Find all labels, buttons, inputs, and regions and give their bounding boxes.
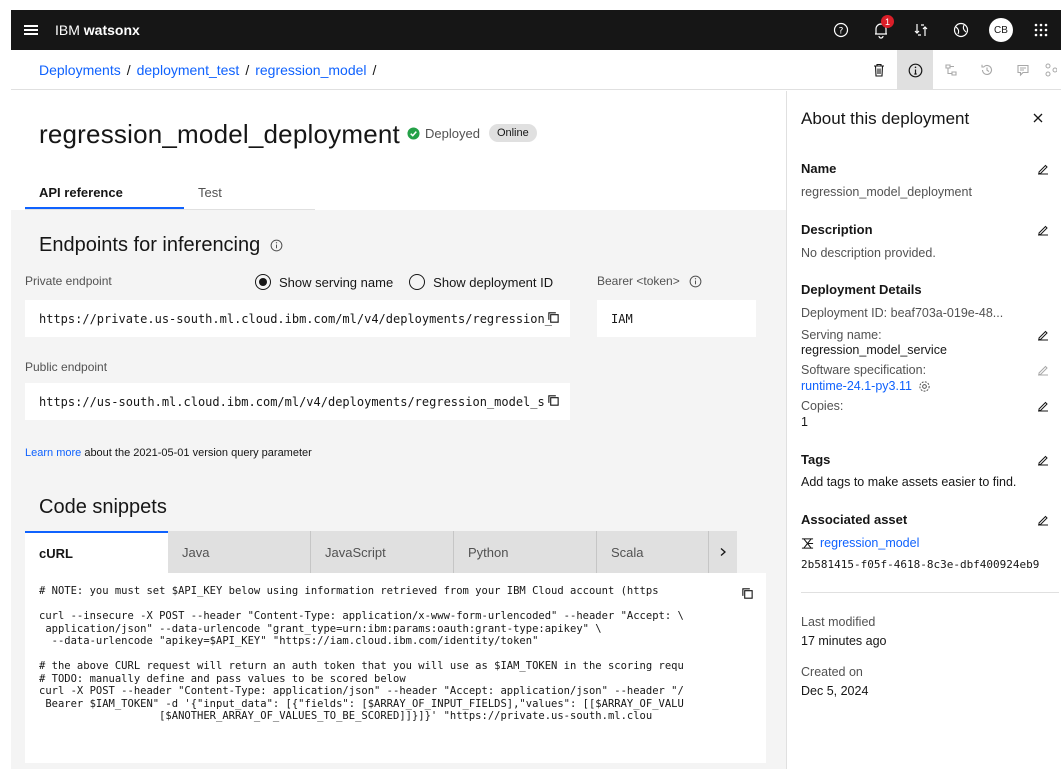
endpoints-heading: Endpoints for inferencing	[39, 234, 283, 257]
product-brand[interactable]: IBM watsonx	[55, 22, 140, 38]
breadcrumb-deployments[interactable]: Deployments	[39, 62, 121, 78]
close-icon[interactable]	[1033, 113, 1043, 123]
associated-asset-label: Associated asset	[801, 512, 908, 527]
tab-api-reference[interactable]: API reference	[25, 181, 184, 209]
software-spec-row: runtime-24.1-py3.11	[801, 379, 931, 393]
tags-value: Add tags to make assets easier to find.	[801, 475, 1017, 489]
description-label: Description	[801, 222, 873, 237]
status-text: Deployed	[425, 125, 480, 141]
help-icon[interactable]: ?	[821, 10, 861, 50]
notification-badge: 1	[881, 15, 894, 28]
deployment-status: Deployed Online	[407, 124, 537, 142]
breadcrumb: Deployments / deployment_test / regressi…	[39, 61, 377, 78]
deployment-details-label: Deployment Details	[801, 282, 922, 297]
tab-test[interactable]: Test	[184, 181, 236, 209]
page-tabs: API reference Test	[25, 181, 315, 210]
description-value: No description provided.	[801, 246, 936, 260]
user-avatar[interactable]: CB	[981, 10, 1021, 50]
divider	[801, 592, 1059, 593]
private-endpoint-label: Private endpoint	[25, 274, 112, 288]
information-icon[interactable]	[897, 50, 933, 90]
edit-icon[interactable]	[1037, 400, 1049, 412]
associated-asset-id: 2b581415-f05f-4618-8c3e-dbf400924eb9	[801, 558, 1040, 571]
info-icon[interactable]	[270, 239, 283, 252]
history-icon[interactable]	[969, 50, 1005, 90]
deployment-id: Deployment ID: beaf703a-019e-48...	[801, 306, 1004, 320]
status-badge: Online	[488, 124, 537, 142]
software-spec-label: Software specification:	[801, 363, 927, 377]
code-snippet-text: # NOTE: you must set $API_KEY below usin…	[39, 585, 684, 722]
show-deployment-id-radio[interactable]: Show deployment ID	[409, 274, 553, 290]
created-on-label: Created on	[801, 665, 863, 679]
copies-label: Copies:	[801, 399, 844, 413]
associated-asset-link[interactable]: regression_model	[820, 536, 919, 550]
tab-python[interactable]: Python	[454, 531, 597, 573]
avatar: CB	[989, 18, 1013, 42]
lineage-icon[interactable]	[933, 50, 969, 90]
bearer-token-field[interactable]: IAM	[597, 300, 756, 337]
checkmark-filled-icon	[407, 126, 420, 140]
model-icon[interactable]	[1041, 50, 1061, 90]
radio-selected[interactable]	[255, 274, 271, 290]
private-endpoint-field[interactable]: https://private.us-south.ml.cloud.ibm.co…	[25, 300, 570, 337]
name-value: regression_model_deployment	[801, 185, 972, 199]
tab-scala[interactable]: Scala	[597, 531, 709, 573]
switch-account-icon[interactable]	[901, 10, 941, 50]
edit-icon[interactable]	[1037, 163, 1049, 175]
notifications-icon[interactable]: 1	[861, 10, 901, 50]
settings-icon[interactable]	[918, 380, 931, 393]
page-title: regression_model_deployment	[39, 119, 400, 149]
show-serving-name-radio[interactable]: Show serving name	[255, 274, 393, 290]
software-spec-link[interactable]: runtime-24.1-py3.11	[801, 379, 912, 393]
edit-icon-disabled	[1037, 364, 1049, 376]
code-snippet-block[interactable]: # NOTE: you must set $API_KEY below usin…	[25, 573, 766, 763]
region-globe-icon[interactable]	[941, 10, 981, 50]
serving-name-label: Serving name:	[801, 328, 882, 342]
public-endpoint-label: Public endpoint	[25, 360, 108, 374]
edit-icon[interactable]	[1037, 514, 1049, 526]
tab-javascript[interactable]: JavaScript	[311, 531, 454, 573]
last-modified-label: Last modified	[801, 615, 876, 629]
edit-icon[interactable]	[1037, 454, 1049, 466]
radio-unselected[interactable]	[409, 274, 426, 290]
tab-java[interactable]: Java	[168, 531, 311, 573]
breadcrumb-regression-model[interactable]: regression_model	[255, 62, 366, 78]
code-snippets-heading: Code snippets	[39, 496, 167, 518]
copies-value: 1	[801, 415, 808, 429]
version-note: Learn more about the 2021-05-01 version …	[25, 447, 312, 459]
main-content: regression_model_deployment Deployed Onl…	[11, 91, 786, 769]
info-icon[interactable]	[689, 275, 702, 288]
chevron-right-icon[interactable]	[709, 531, 737, 573]
last-modified-value: 17 minutes ago	[801, 634, 887, 648]
app-switcher-icon[interactable]	[1021, 10, 1061, 50]
created-on-value: Dec 5, 2024	[801, 684, 869, 698]
public-endpoint-field[interactable]: https://us-south.ml.cloud.ibm.com/ml/v4/…	[25, 383, 570, 420]
panel-title: About this deployment	[801, 109, 970, 128]
bearer-token-label: Bearer <token>	[597, 274, 702, 288]
copy-icon[interactable]	[547, 394, 560, 407]
delete-icon[interactable]	[861, 50, 897, 90]
endpoint-display-options: Show serving name Show deployment ID	[255, 274, 569, 290]
name-label: Name	[801, 161, 837, 176]
comments-icon[interactable]	[1005, 50, 1041, 90]
associated-asset-row: regression_model	[801, 536, 919, 550]
serving-name-value: regression_model_service	[801, 343, 947, 357]
copy-icon[interactable]	[547, 311, 560, 324]
copy-icon[interactable]	[741, 587, 754, 600]
model-asset-icon	[801, 537, 814, 550]
deployment-details-panel: About this deployment Name regression_mo…	[786, 91, 1061, 769]
top-navigation-bar: IBM watsonx ? 1 CB	[11, 10, 1061, 50]
code-language-tabs: cURL Java JavaScript Python Scala	[25, 531, 766, 573]
learn-more-link[interactable]: Learn more	[25, 447, 81, 459]
menu-icon[interactable]	[11, 10, 51, 50]
edit-icon[interactable]	[1037, 329, 1049, 341]
tags-label: Tags	[801, 452, 831, 467]
breadcrumb-deployment-test[interactable]: deployment_test	[137, 62, 240, 78]
tab-curl[interactable]: cURL	[25, 531, 168, 573]
breadcrumb-bar: Deployments / deployment_test / regressi…	[11, 50, 1061, 90]
edit-icon[interactable]	[1037, 224, 1049, 236]
svg-text:?: ?	[839, 27, 844, 37]
